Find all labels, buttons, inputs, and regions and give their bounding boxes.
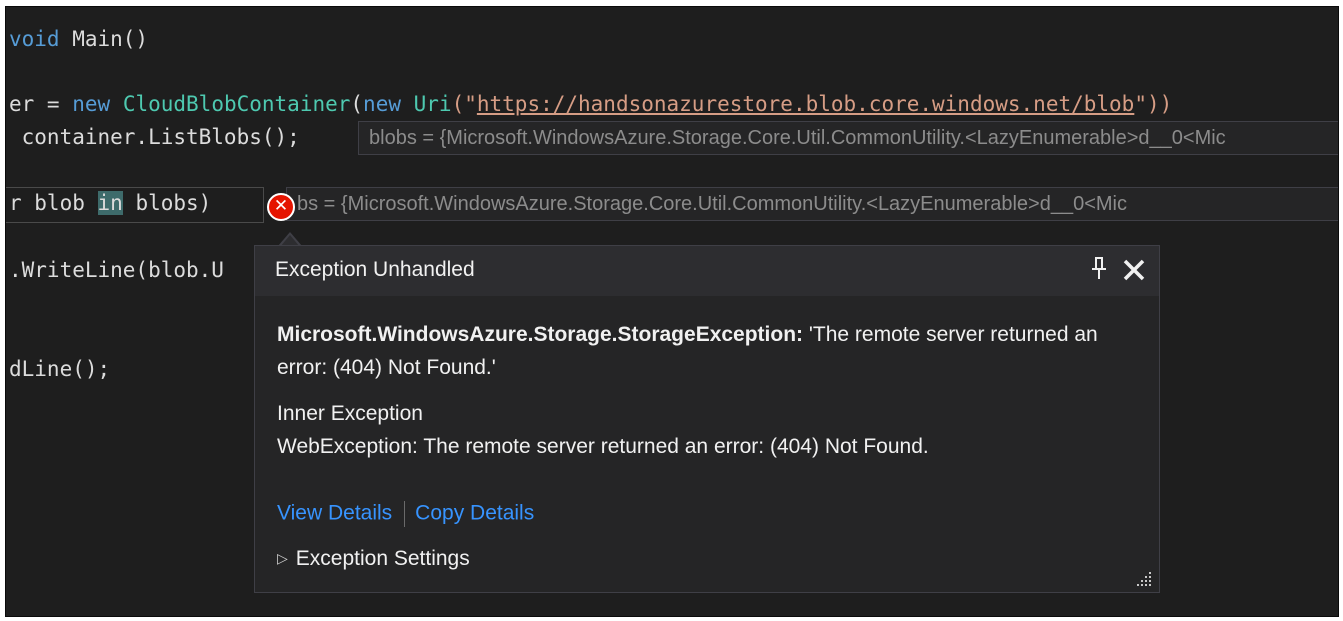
datatip-blobs-mid[interactable]: bs = {Microsoft.WindowsAzure.Storage.Cor… — [286, 187, 1338, 221]
code-text: blobs) — [122, 191, 212, 215]
url-link[interactable]: https://handsonazurestore.blob.core.wind… — [477, 92, 1134, 116]
popup-title: Exception Unhandled — [275, 258, 475, 281]
exception-popup: Exception Unhandled Microsoft.WindowsAzu… — [254, 245, 1160, 593]
type-cloudblobcontainer: CloudBlobContainer — [122, 92, 351, 116]
exception-type: Microsoft.WindowsAzure.Storage.StorageEx… — [277, 323, 804, 346]
copy-details-link[interactable]: Copy Details — [415, 502, 534, 525]
code-line-foreach[interactable]: r blob in blobs) — [9, 191, 211, 215]
keyword-void: void — [9, 27, 60, 51]
keyword-new-2: new — [363, 92, 401, 116]
pin-icon[interactable] — [1090, 255, 1108, 283]
exception-settings-toggle[interactable]: ▷ Exception Settings — [277, 547, 470, 571]
triangle-right-icon: ▷ — [277, 550, 288, 566]
detail-links: View Details Copy Details — [277, 501, 534, 531]
type-uri: Uri — [413, 92, 452, 116]
code-editor[interactable]: void Main() er = new CloudBlobContainer(… — [5, 6, 1339, 617]
inner-exception-label: Inner Exception — [277, 402, 423, 425]
error-circle-icon[interactable]: ✕ — [267, 193, 295, 221]
code-line-writeline[interactable]: .WriteLine(blob.U — [9, 258, 224, 282]
exception-settings-label: Exception Settings — [295, 547, 470, 570]
code-text: r blob — [9, 191, 98, 215]
popup-header: Exception Unhandled — [255, 246, 1159, 296]
code-line-listblobs[interactable]: container.ListBlobs(); — [9, 125, 300, 149]
resize-grip-icon[interactable] — [1137, 570, 1153, 586]
code-paren: ( — [350, 92, 364, 116]
link-separator — [404, 501, 406, 527]
exception-message: Microsoft.WindowsAzure.Storage.StorageEx… — [277, 318, 1137, 384]
code-text: er = — [9, 92, 73, 116]
keyword-in-highlight: in — [97, 191, 123, 215]
string-close: ")) — [1134, 92, 1173, 116]
string-open: (" — [451, 92, 477, 116]
datatip-blobs-top[interactable]: blobs = {Microsoft.WindowsAzure.Storage.… — [358, 121, 1338, 155]
code-line-main[interactable]: void Main() — [9, 27, 148, 51]
code-line-readline[interactable]: dLine(); — [9, 357, 110, 381]
method-signature: Main() — [59, 27, 149, 51]
inner-exception-message: WebException: The remote server returned… — [277, 435, 929, 458]
view-details-link[interactable]: View Details — [277, 502, 392, 525]
close-icon[interactable] — [1121, 257, 1147, 283]
keyword-new: new — [72, 92, 111, 116]
code-line-container[interactable]: er = new CloudBlobContainer(new Uri("htt… — [9, 92, 1172, 116]
